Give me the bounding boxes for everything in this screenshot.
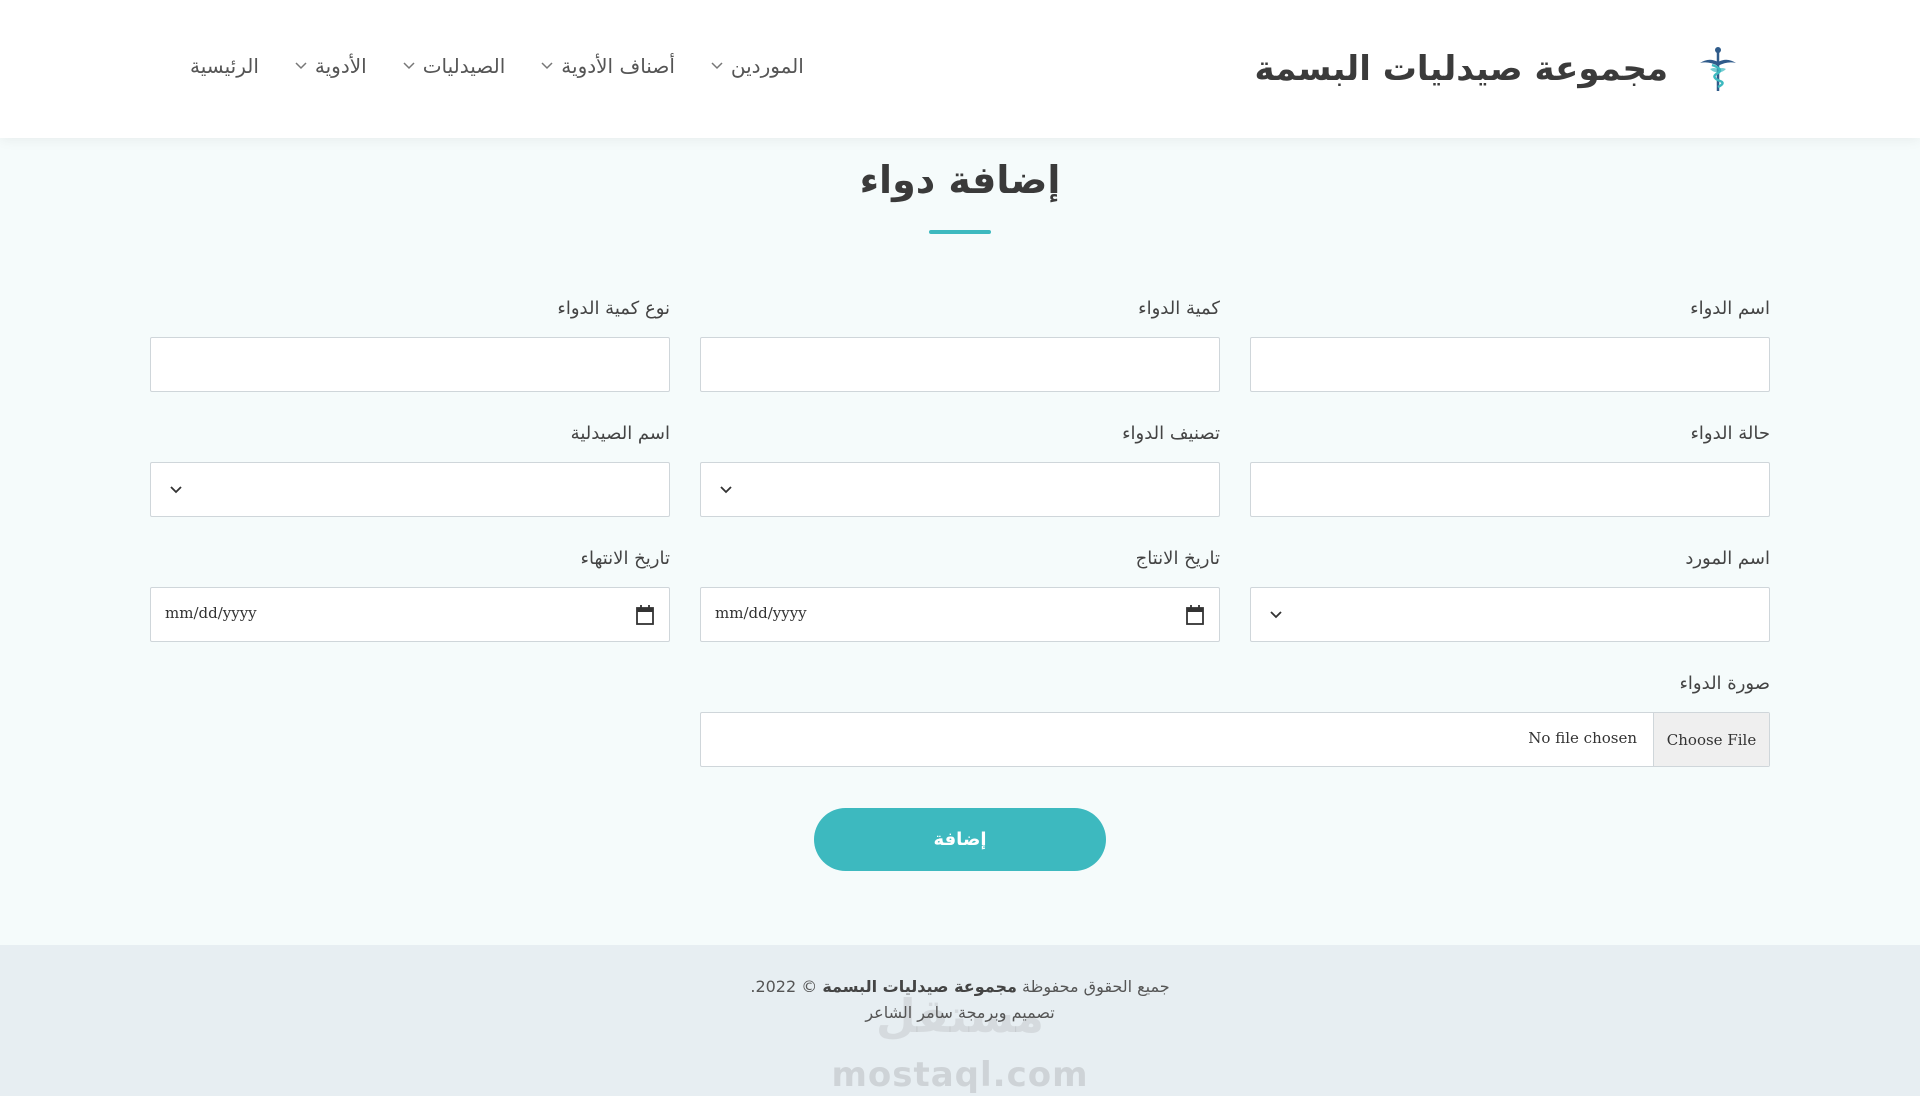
chevron-down-icon [295,62,307,70]
watermark: mostaql.com [831,1055,1089,1095]
drug-status-label: حالة الدواء [1690,423,1770,444]
rights-suffix: © 2022. [750,977,818,996]
nav-home[interactable]: الرئيسية [190,54,259,78]
date-placeholder: mm/dd/yyyy [715,604,807,622]
calendar-icon[interactable] [635,604,655,626]
drug-status-input[interactable] [1250,462,1770,517]
pharmacy-name-label: اسم الصيدلية [570,423,670,444]
expiry-date-label: تاريخ الانتهاء [580,548,671,569]
site-footer: مستقل جميع الحقوق محفوظة مجموعة صيدليات … [0,945,1920,1096]
nav-pharmacies[interactable]: الصيدليات [403,54,506,78]
choose-file-button[interactable]: Choose File [1653,713,1769,766]
nav-label: الرئيسية [190,54,259,78]
drug-name-input[interactable] [1250,337,1770,392]
nav-drugs[interactable]: الأدوية [295,54,367,78]
site-header: مجموعة صيدليات البسمة الرئيسية الأدوية ا… [0,0,1920,138]
nav-label: الصيدليات [422,54,506,78]
nav-suppliers[interactable]: الموردين [711,54,804,78]
chevron-down-icon [711,62,723,70]
drug-category-select[interactable] [700,462,1220,517]
page-title: إضافة دواء [859,158,1061,202]
drug-quantity-input[interactable] [700,337,1220,392]
drug-quantity-label: كمية الدواء [1138,298,1220,319]
supplier-name-select[interactable] [1250,587,1770,642]
credit-text: تصميم وبرمجة سامر الشاعر [865,1003,1055,1022]
rights-brand: مجموعة صيدليات البسمة [822,977,1017,996]
title-underline [929,230,991,234]
chevron-down-icon [1270,611,1282,619]
drug-name-label: اسم الدواء [1690,298,1770,319]
chevron-down-icon [541,62,553,70]
submit-button[interactable]: إضافة [814,808,1106,871]
nav-label: الموردين [730,54,804,78]
quantity-type-label: نوع كمية الدواء [557,298,670,319]
brand[interactable]: مجموعة صيدليات البسمة [1255,40,1742,98]
chevron-down-icon [170,486,182,494]
drug-image-label: صورة الدواء [1679,673,1770,694]
nav-drug-categories[interactable]: أصناف الأدوية [541,54,675,78]
caduceus-icon [1700,47,1736,91]
nav-label: أصناف الأدوية [561,54,675,78]
copyright-text: جميع الحقوق محفوظة مجموعة صيدليات البسمة… [0,977,1920,996]
main-nav: الرئيسية الأدوية الصيدليات أصناف الأدوية… [190,48,804,84]
production-date-label: تاريخ الانتاج [1135,548,1220,569]
date-placeholder: mm/dd/yyyy [165,604,257,622]
drug-image-file-input[interactable]: Choose File No file chosen [700,712,1770,767]
brand-name: مجموعة صيدليات البسمة [1254,49,1668,89]
pharmacy-name-select[interactable] [150,462,670,517]
drug-category-label: تصنيف الدواء [1122,423,1220,444]
nav-label: الأدوية [314,54,367,78]
production-date-input[interactable]: mm/dd/yyyy [700,587,1220,642]
file-status: No file chosen [1528,729,1637,747]
rights-prefix: جميع الحقوق محفوظة [1022,977,1170,996]
chevron-down-icon [720,486,732,494]
expiry-date-input[interactable]: mm/dd/yyyy [150,587,670,642]
chevron-down-icon [403,62,415,70]
calendar-icon[interactable] [1185,604,1205,626]
supplier-name-label: اسم المورد [1685,548,1770,569]
quantity-type-input[interactable] [150,337,670,392]
